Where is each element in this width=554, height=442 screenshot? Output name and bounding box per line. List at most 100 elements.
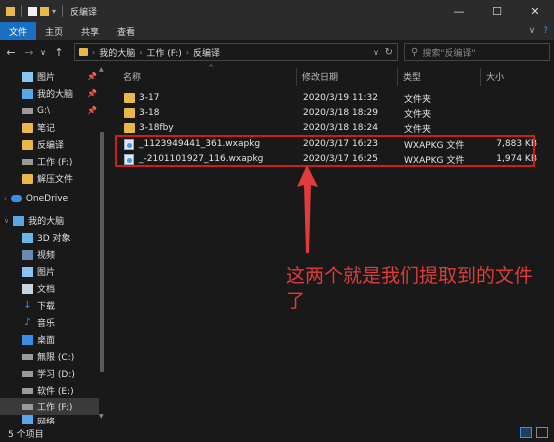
sidebar-item-extracted[interactable]: 解压文件 <box>22 170 73 187</box>
expand-ribbon-button[interactable]: ∨ <box>529 26 536 36</box>
maximize-button[interactable]: ☐ <box>478 0 516 22</box>
toolbar-separator <box>62 5 64 17</box>
tab-file[interactable]: 文件 <box>0 22 37 40</box>
pin-icon[interactable]: 📌 <box>87 72 97 81</box>
file-row[interactable]: 3-17 2020/3/19 11:32 文件夹 <box>113 90 554 106</box>
sidebar-item-3d-objects[interactable]: 3D 对象 <box>22 229 71 246</box>
drive-icon <box>22 353 33 360</box>
sidebar-scrollbar[interactable] <box>99 64 105 424</box>
sidebar-item-work-f[interactable]: 工作 (F:) <box>22 153 72 170</box>
sidebar-item-music[interactable]: ♪ 音乐 <box>22 314 55 331</box>
breadcrumb-drive-f[interactable]: 工作 (F:) <box>146 46 181 59</box>
expand-chevron-icon[interactable]: ∨ <box>4 217 9 225</box>
column-header-type[interactable]: 类型 <box>403 68 481 84</box>
pictures-icon <box>22 71 33 82</box>
customize-toolbar-icon[interactable]: ▾ <box>52 7 56 16</box>
chevron-right-icon[interactable]: › <box>186 48 189 57</box>
column-label: 名称 <box>123 72 142 83</box>
status-bar: 5 个项目 <box>0 424 554 442</box>
sidebar-item-label: 笔记 <box>37 124 56 134</box>
sidebar-item-drive-c[interactable]: 無限 (C:) <box>22 348 74 365</box>
address-bar[interactable]: › 我的大脑 › 工作 (F:) › 反编译 ∨ ↻ <box>74 43 398 61</box>
pin-icon[interactable]: 📌 <box>87 106 97 115</box>
forward-arrow-icon[interactable]: → <box>22 46 36 59</box>
details-view-icon[interactable] <box>520 427 532 438</box>
sidebar-item-pictures-pinned[interactable]: 图片 📌 <box>22 68 97 85</box>
scrollbar-thumb[interactable] <box>100 132 104 372</box>
sidebar-item-label: 無限 (C:) <box>37 353 75 363</box>
new-folder-icon[interactable] <box>40 6 49 16</box>
sidebar-item-notes[interactable]: 笔记 <box>22 119 55 136</box>
sidebar-item-pictures[interactable]: 图片 <box>22 263 55 280</box>
column-divider[interactable] <box>397 68 398 86</box>
file-date: 2020/3/19 11:32 <box>303 93 378 103</box>
scroll-down-arrow-icon[interactable]: ▼ <box>99 413 104 420</box>
sidebar-item-downloads[interactable]: ↓ 下载 <box>22 297 55 314</box>
chevron-right-icon[interactable]: › <box>92 48 95 57</box>
file-row[interactable]: 3-18 2020/3/18 18:29 文件夹 <box>113 105 554 121</box>
chevron-right-icon[interactable]: › <box>139 48 142 57</box>
folder-icon <box>22 139 33 150</box>
file-type: 文件夹 <box>404 94 432 105</box>
sidebar-item-drive-f[interactable]: 工作 (F:) <box>0 398 99 415</box>
sidebar-item-network[interactable]: 网络 <box>22 415 55 424</box>
pin-icon[interactable]: 📌 <box>87 89 97 98</box>
computer-icon <box>22 88 33 99</box>
recent-locations-icon[interactable]: ∨ <box>36 48 50 57</box>
up-arrow-icon[interactable]: ↑ <box>52 46 66 59</box>
drive-icon <box>22 387 33 394</box>
sidebar-item-label: 工作 (F:) <box>37 158 73 168</box>
help-button[interactable]: ? <box>543 26 548 36</box>
cloud-icon <box>10 195 22 202</box>
annotation-text: 这两个就是我们提取到的文件了 <box>286 265 534 312</box>
minimize-button[interactable]: — <box>440 0 478 22</box>
sidebar-item-label: 我的大脑 <box>37 90 74 100</box>
back-arrow-icon[interactable]: ← <box>4 46 18 59</box>
close-button[interactable]: ✕ <box>516 0 554 22</box>
window-controls: — ☐ ✕ <box>440 0 554 22</box>
sidebar-item-label: G:\ <box>37 105 51 116</box>
sidebar-item-decompile[interactable]: 反编译 <box>22 136 64 153</box>
sidebar-item-my-brain-pinned[interactable]: 我的大脑 📌 <box>22 85 97 102</box>
sidebar-item-g-drive[interactable]: G:\ 📌 <box>22 102 97 119</box>
quick-access-toolbar: ▾ <box>0 5 66 17</box>
large-icons-view-icon[interactable] <box>536 427 548 438</box>
file-row[interactable]: 3-18fby 2020/3/18 18:24 文件夹 <box>113 120 554 136</box>
window-title: 反编译 <box>70 7 98 18</box>
sidebar-item-drive-e[interactable]: 软件 (E:) <box>22 382 74 399</box>
column-divider[interactable] <box>480 68 481 86</box>
address-dropdown-icon[interactable]: ∨ <box>373 48 379 57</box>
sidebar-item-label: 文档 <box>37 285 56 295</box>
drive-icon <box>22 370 33 377</box>
breadcrumb-decompile[interactable]: 反编译 <box>193 46 220 59</box>
computer-icon <box>13 215 25 226</box>
sidebar-item-label: 视频 <box>37 251 56 261</box>
file-type: 文件夹 <box>404 124 432 135</box>
annotation-arrow <box>297 165 318 253</box>
breadcrumb-my-brain[interactable]: 我的大脑 <box>99 46 135 59</box>
sidebar-item-drive-d[interactable]: 学习 (D:) <box>22 365 75 382</box>
column-divider[interactable] <box>296 68 297 86</box>
column-header-name[interactable]: 名称 <box>123 68 293 84</box>
search-input[interactable]: 搜索"反编译" <box>422 46 475 59</box>
tab-share[interactable]: 共享 <box>72 22 108 40</box>
folder-icon <box>79 48 88 56</box>
expand-chevron-icon[interactable]: › <box>4 195 7 203</box>
sidebar-item-label: 我的大脑 <box>28 217 65 227</box>
tab-view[interactable]: 查看 <box>108 22 144 40</box>
sidebar-item-documents[interactable]: 文档 <box>22 280 55 297</box>
sidebar-item-videos[interactable]: 视频 <box>22 246 55 263</box>
column-header-size[interactable]: 大小 <box>486 68 546 84</box>
sidebar-item-desktop[interactable]: 桌面 <box>22 331 55 348</box>
search-box[interactable]: ⚲ 搜索"反编译" <box>404 43 550 61</box>
properties-icon[interactable] <box>28 6 37 16</box>
file-list: ^ 名称 修改日期 类型 大小 3-17 2020/3/19 11:32 文件夹… <box>113 64 554 424</box>
tab-home[interactable]: 主页 <box>36 22 72 40</box>
folder-icon <box>124 108 135 118</box>
refresh-icon[interactable]: ↻ <box>385 47 393 58</box>
sidebar-item-onedrive[interactable]: › OneDrive <box>4 190 68 207</box>
sidebar-item-my-brain[interactable]: ∨ 我的大脑 <box>4 212 64 229</box>
column-header-date[interactable]: 修改日期 <box>302 68 396 84</box>
navigation-pane: 图片 📌 我的大脑 📌 G:\ 📌 笔记 反编译 工作 (F:) 解压文件 › … <box>0 64 113 424</box>
file-name: 3-17 <box>139 93 160 103</box>
